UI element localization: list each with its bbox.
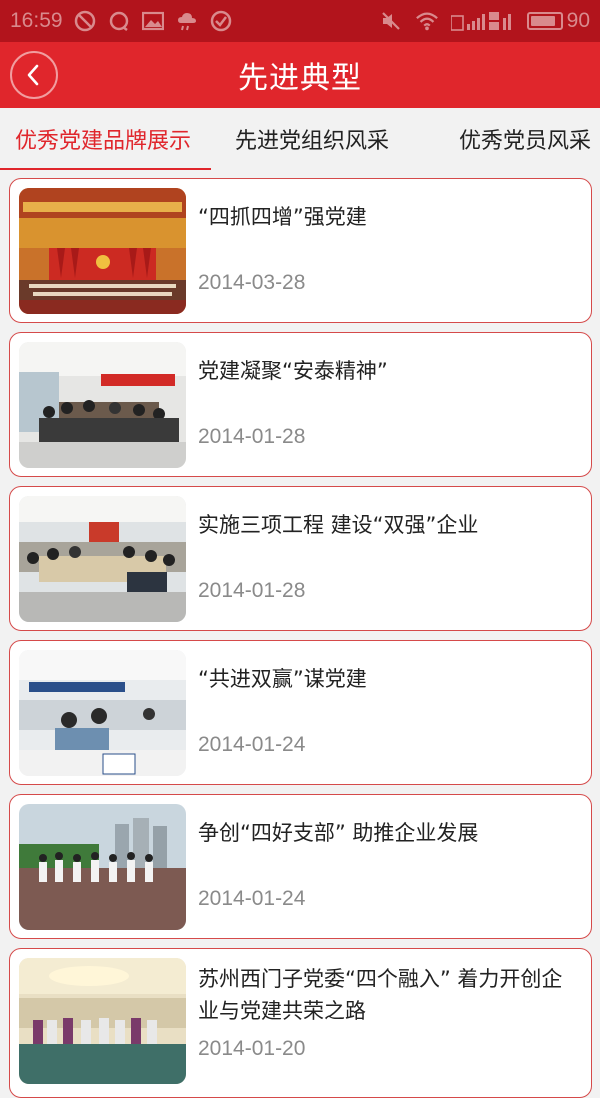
do-not-disturb-icon bbox=[73, 9, 97, 33]
battery-indicator: 90 bbox=[526, 9, 590, 33]
article-thumbnail bbox=[19, 342, 186, 468]
article-title: 争创“四好支部” 助推企业发展 bbox=[198, 821, 479, 845]
page-title: 先进典型 bbox=[238, 61, 362, 96]
article-date: 2014-01-28 bbox=[198, 425, 306, 448]
article-card[interactable]: 党建凝聚“安泰精神” 2014-01-28 bbox=[9, 332, 592, 477]
wifi-icon bbox=[415, 9, 439, 33]
check-circle-icon bbox=[209, 9, 233, 33]
meeting-room-photo bbox=[19, 342, 186, 468]
article-date: 2014-01-24 bbox=[198, 887, 306, 910]
article-card[interactable]: 争创“四好支部” 助推企业发展 2014-01-24 bbox=[9, 794, 592, 939]
article-thumbnail bbox=[19, 804, 186, 930]
article-card[interactable]: 苏州西门子党委“四个融入” 着力开创企业与党建共荣之路 2014-01-20 bbox=[9, 948, 592, 1098]
article-thumbnail bbox=[19, 188, 186, 314]
article-date: 2014-01-20 bbox=[198, 1037, 306, 1060]
status-bar: 16:59 90 bbox=[0, 0, 600, 42]
tab-party-brand[interactable]: 优秀党建品牌展示 bbox=[0, 108, 212, 170]
article-title: 苏州西门子党委“四个融入” 着力开创企业与党建共荣之路 bbox=[198, 967, 563, 1023]
article-thumbnail bbox=[19, 958, 186, 1084]
running-event-photo bbox=[19, 804, 186, 930]
category-tabs: 优秀党建品牌展示 先进党组织风采 优秀党员风采 bbox=[0, 108, 600, 170]
article-thumbnail bbox=[19, 650, 186, 776]
article-card[interactable]: “四抓四增”强党建 2014-03-28 bbox=[9, 178, 592, 323]
weather-icon bbox=[175, 9, 199, 33]
status-time: 16:59 bbox=[10, 9, 63, 32]
article-card[interactable]: “共进双赢”谋党建 2014-01-24 bbox=[9, 640, 592, 785]
battery-icon bbox=[526, 12, 563, 30]
signal-icon bbox=[450, 9, 515, 33]
article-thumbnail bbox=[19, 496, 186, 622]
auditorium-stage-photo bbox=[19, 188, 186, 314]
article-card[interactable]: 实施三项工程 建设“双强”企业 2014-01-28 bbox=[9, 486, 592, 631]
conference-hall-photo bbox=[19, 496, 186, 622]
article-date: 2014-03-28 bbox=[198, 271, 306, 294]
image-icon bbox=[141, 9, 165, 33]
article-title: 实施三项工程 建设“双强”企业 bbox=[198, 513, 479, 537]
back-button[interactable] bbox=[10, 51, 58, 99]
app-header: 先进典型 bbox=[0, 42, 600, 108]
article-title: “四抓四增”强党建 bbox=[198, 205, 367, 229]
article-title: 党建凝聚“安泰精神” bbox=[198, 359, 388, 383]
office-desk-photo bbox=[19, 650, 186, 776]
tab-excellent-members[interactable]: 优秀党员风采 bbox=[409, 108, 600, 170]
article-date: 2014-01-24 bbox=[198, 733, 306, 756]
banquet-hall-photo bbox=[19, 958, 186, 1084]
mute-icon bbox=[379, 9, 403, 33]
chat-icon bbox=[107, 9, 131, 33]
article-title: “共进双赢”谋党建 bbox=[198, 667, 367, 691]
tab-advanced-organization[interactable]: 先进党组织风采 bbox=[211, 108, 409, 170]
article-date: 2014-01-28 bbox=[198, 579, 306, 602]
battery-percent: 90 bbox=[566, 9, 590, 32]
chevron-left-icon bbox=[27, 64, 39, 86]
